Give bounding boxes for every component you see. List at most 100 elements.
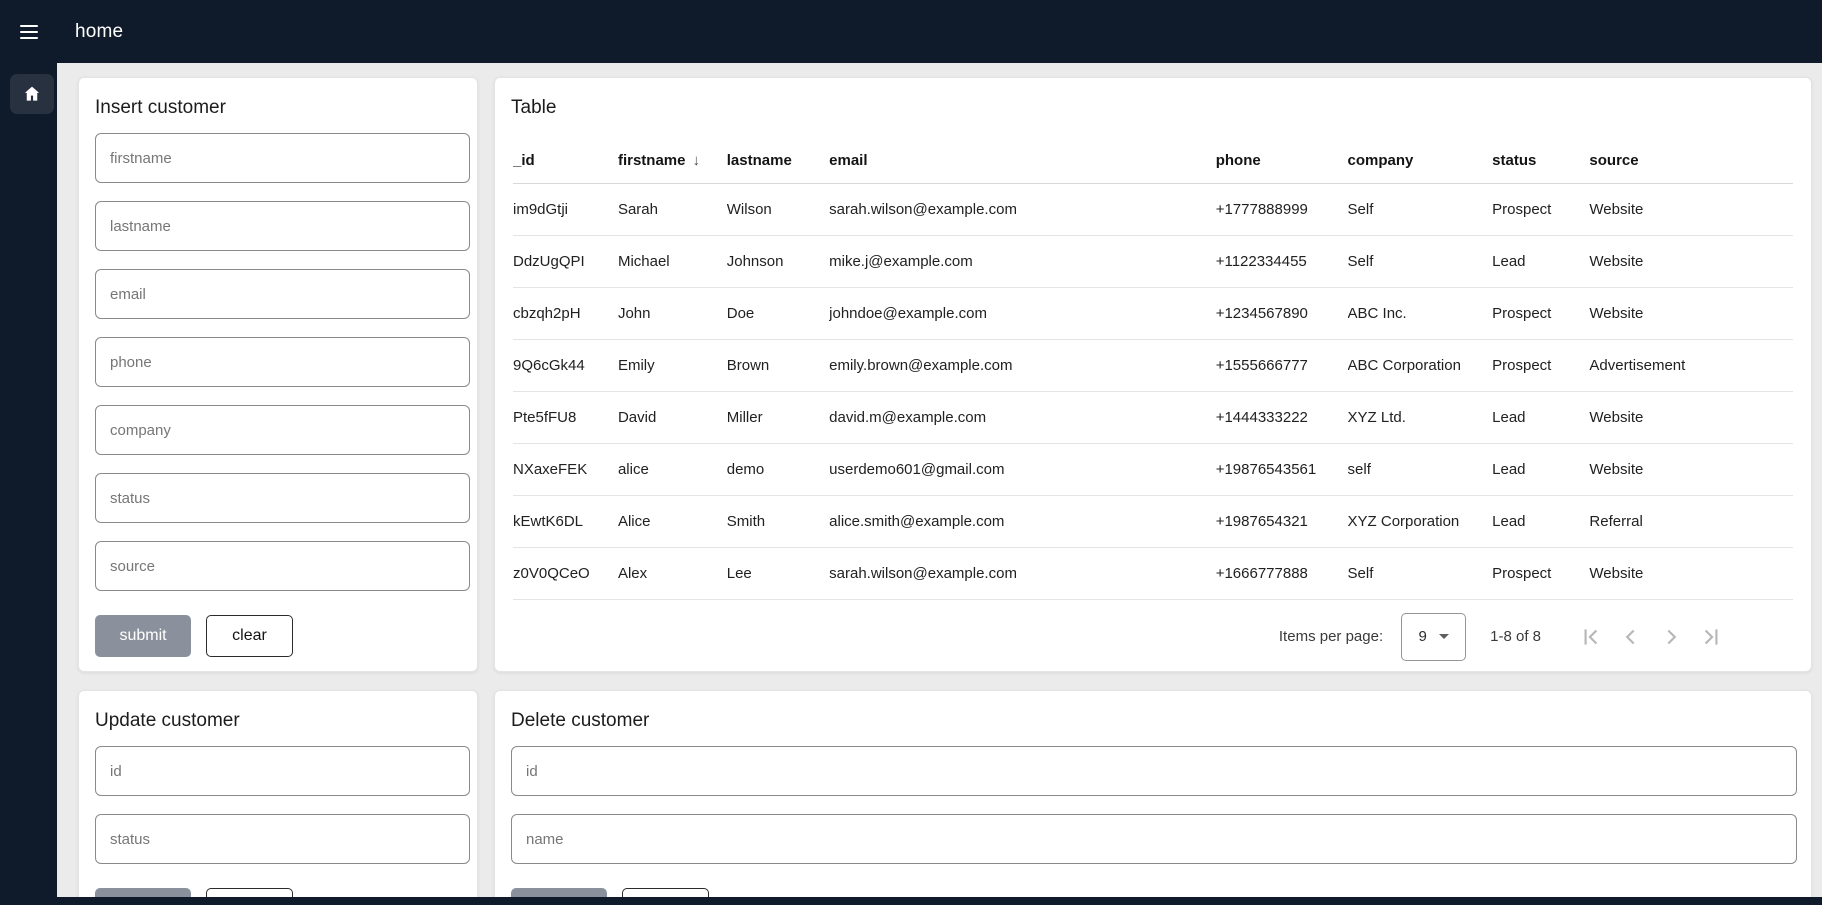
page-title: home: [75, 21, 123, 43]
cell-firstname: Michael: [618, 235, 727, 287]
cell-lastname: Johnson: [727, 235, 829, 287]
cell-phone: +1444333222: [1216, 391, 1348, 443]
column-header-firstname[interactable]: firstname↓: [618, 117, 727, 183]
cell-id: DdzUgQPI: [513, 235, 618, 287]
table-row[interactable]: DdzUgQPI Michael Johnson mike.j@example.…: [513, 235, 1793, 287]
table-row[interactable]: im9dGtji Sarah Wilson sarah.wilson@examp…: [513, 183, 1793, 235]
cell-id: z0V0QCeO: [513, 547, 618, 599]
chevron-left-icon: [1618, 624, 1644, 650]
cell-id: cbzqh2pH: [513, 287, 618, 339]
insert-source-input[interactable]: [95, 541, 470, 591]
cell-source: Website: [1589, 287, 1793, 339]
column-header-source[interactable]: source: [1589, 117, 1793, 183]
insert-email-input[interactable]: [95, 269, 470, 319]
insert-customer-title: Insert customer: [79, 78, 477, 117]
cell-source: Website: [1589, 547, 1793, 599]
cell-source: Advertisement: [1589, 339, 1793, 391]
delete-submit-button[interactable]: submit: [511, 888, 607, 897]
cell-status: Prospect: [1492, 183, 1589, 235]
column-header-id[interactable]: _id: [513, 117, 618, 183]
insert-submit-button[interactable]: submit: [95, 615, 191, 657]
cell-id: 9Q6cGk44: [513, 339, 618, 391]
update-status-input[interactable]: [95, 814, 470, 864]
cell-phone: +1987654321: [1216, 495, 1348, 547]
table-body: im9dGtji Sarah Wilson sarah.wilson@examp…: [513, 183, 1793, 599]
cell-status: Prospect: [1492, 547, 1589, 599]
cell-email: sarah.wilson@example.com: [829, 183, 1216, 235]
cell-company: XYZ Corporation: [1348, 495, 1493, 547]
table-row[interactable]: 9Q6cGk44 Emily Brown emily.brown@example…: [513, 339, 1793, 391]
last-page-icon: [1698, 624, 1724, 650]
scrollbar[interactable]: [1822, 0, 1827, 905]
delete-name-input[interactable]: [511, 814, 1797, 864]
cell-email: emily.brown@example.com: [829, 339, 1216, 391]
previous-page-button[interactable]: [1611, 617, 1651, 657]
cell-lastname: Doe: [727, 287, 829, 339]
insert-lastname-input[interactable]: [95, 201, 470, 251]
cell-status: Lead: [1492, 391, 1589, 443]
main-content: Insert customer submit clear Table _id: [57, 63, 1822, 897]
cell-lastname: Lee: [727, 547, 829, 599]
insert-firstname-input[interactable]: [95, 133, 470, 183]
table-wrapper: _id firstname↓ lastname email phone comp…: [513, 117, 1793, 600]
page-size-select[interactable]: 9: [1401, 613, 1466, 661]
cell-lastname: demo: [727, 443, 829, 495]
column-header-email[interactable]: email: [829, 117, 1216, 183]
column-header-lastname[interactable]: lastname: [727, 117, 829, 183]
table-row[interactable]: cbzqh2pH John Doe johndoe@example.com +1…: [513, 287, 1793, 339]
insert-company-input[interactable]: [95, 405, 470, 455]
cell-status: Prospect: [1492, 339, 1589, 391]
cell-lastname: Wilson: [727, 183, 829, 235]
update-clear-button[interactable]: clear: [206, 888, 293, 897]
cell-phone: +1555666777: [1216, 339, 1348, 391]
update-buttons-row: submit clear: [95, 888, 461, 897]
cell-email: mike.j@example.com: [829, 235, 1216, 287]
last-page-button[interactable]: [1691, 617, 1731, 657]
cell-email: sarah.wilson@example.com: [829, 547, 1216, 599]
insert-clear-button[interactable]: clear: [206, 615, 293, 657]
cell-email: alice.smith@example.com: [829, 495, 1216, 547]
column-header-company[interactable]: company: [1348, 117, 1493, 183]
table-row[interactable]: NXaxeFEK alice demo userdemo601@gmail.co…: [513, 443, 1793, 495]
cell-firstname: Alice: [618, 495, 727, 547]
cell-company: ABC Inc.: [1348, 287, 1493, 339]
delete-id-input[interactable]: [511, 746, 1797, 796]
update-submit-button[interactable]: submit: [95, 888, 191, 897]
cell-firstname: David: [618, 391, 727, 443]
table-row[interactable]: z0V0QCeO Alex Lee sarah.wilson@example.c…: [513, 547, 1793, 599]
delete-customer-title: Delete customer: [495, 691, 1811, 730]
page-range-label: 1-8 of 8: [1490, 628, 1541, 645]
cell-email: david.m@example.com: [829, 391, 1216, 443]
table-row[interactable]: Pte5fFU8 David Miller david.m@example.co…: [513, 391, 1793, 443]
first-page-button[interactable]: [1571, 617, 1611, 657]
cell-phone: +1122334455: [1216, 235, 1348, 287]
items-per-page-label: Items per page:: [1279, 628, 1383, 645]
update-customer-card: Update customer submit clear: [78, 690, 478, 897]
select-caret-icon: [1439, 634, 1449, 639]
bottom-edge-strip: [0, 897, 1827, 905]
insert-status-input[interactable]: [95, 473, 470, 523]
next-page-button[interactable]: [1651, 617, 1691, 657]
insert-phone-input[interactable]: [95, 337, 470, 387]
menu-icon[interactable]: [20, 18, 48, 46]
cell-company: Self: [1348, 183, 1493, 235]
cell-id: im9dGtji: [513, 183, 618, 235]
cell-firstname: Alex: [618, 547, 727, 599]
cell-id: NXaxeFEK: [513, 443, 618, 495]
update-id-input[interactable]: [95, 746, 470, 796]
table-card: Table _id firstname↓ lastname email phon: [494, 77, 1812, 672]
sidebar-home-button[interactable]: [10, 74, 54, 114]
cell-company: Self: [1348, 547, 1493, 599]
cell-status: Lead: [1492, 443, 1589, 495]
cell-firstname: Emily: [618, 339, 727, 391]
cell-company: ABC Corporation: [1348, 339, 1493, 391]
column-header-status[interactable]: status: [1492, 117, 1589, 183]
sort-desc-icon: ↓: [692, 152, 700, 169]
cell-status: Lead: [1492, 235, 1589, 287]
cell-phone: +1666777888: [1216, 547, 1348, 599]
cell-phone: +1234567890: [1216, 287, 1348, 339]
delete-clear-button[interactable]: clear: [622, 888, 709, 897]
table-row[interactable]: kEwtK6DL Alice Smith alice.smith@example…: [513, 495, 1793, 547]
column-header-phone[interactable]: phone: [1216, 117, 1348, 183]
cell-lastname: Brown: [727, 339, 829, 391]
